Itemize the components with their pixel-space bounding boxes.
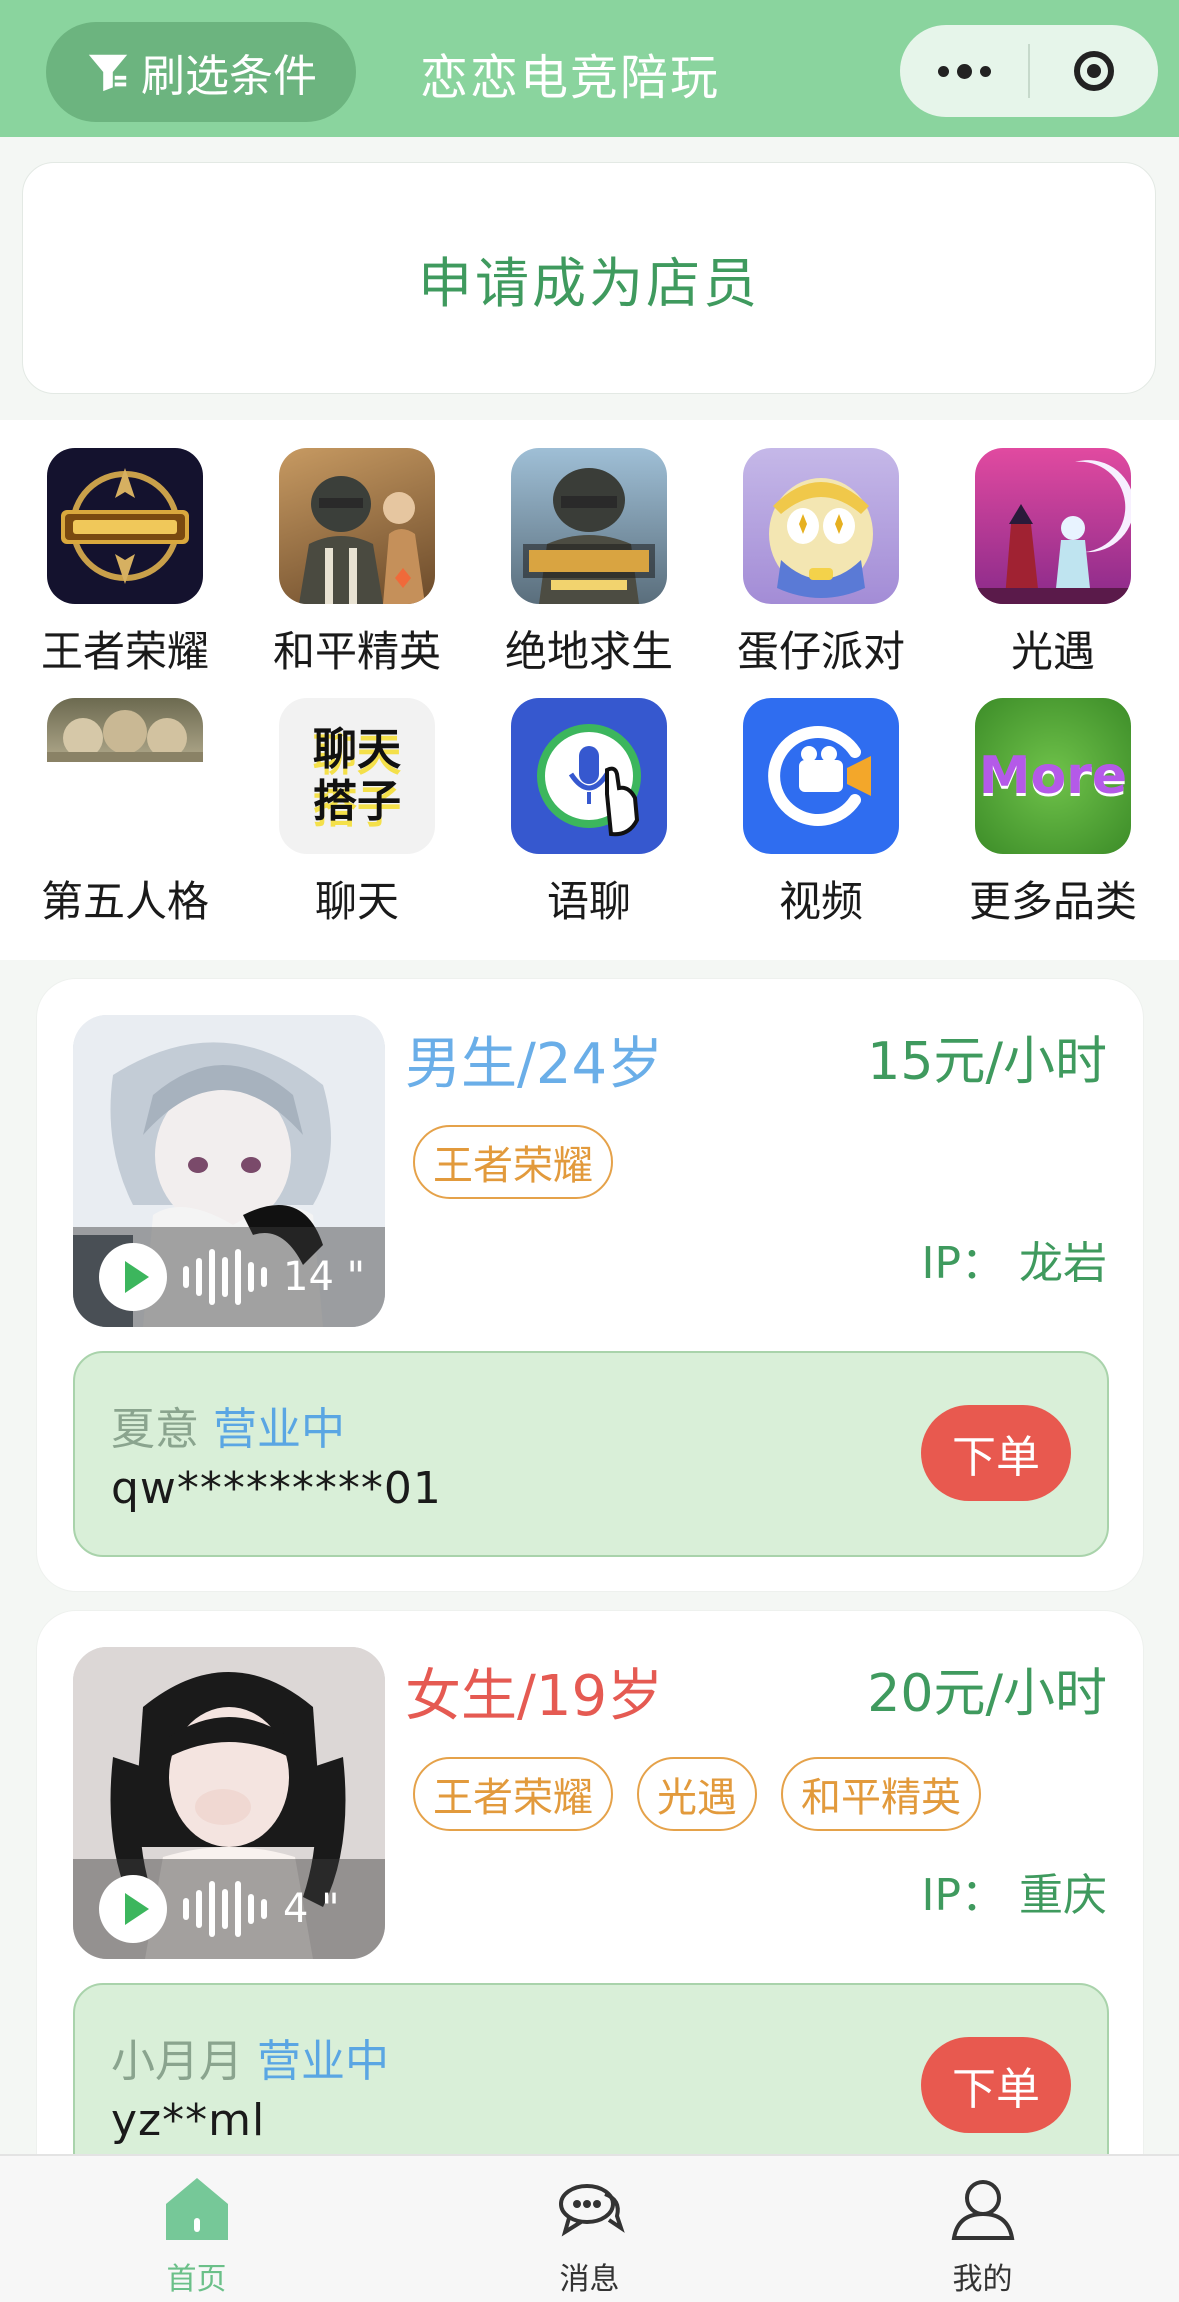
category-label: 王者荣耀 bbox=[40, 627, 209, 676]
honor-of-kings-icon bbox=[47, 448, 203, 604]
category-item[interactable]: 蛋仔派对 bbox=[721, 448, 921, 679]
category-label: 更多品类 bbox=[968, 877, 1137, 926]
voice-intro-player[interactable]: 14 " bbox=[73, 1227, 385, 1327]
category-item[interactable]: 王者荣耀 bbox=[25, 448, 225, 679]
voice-intro-player[interactable]: 4 " bbox=[73, 1859, 385, 1959]
game-tags: 王者荣耀 光遇 和平精英 bbox=[413, 1757, 981, 1831]
companion-card[interactable]: 4 " 女生/19岁 20元/小时 王者荣耀 光遇 和平精英 IP： 重庆 小月… bbox=[36, 1610, 1144, 2210]
miniprogram-capsule bbox=[900, 25, 1158, 117]
tab-label: 我的 bbox=[952, 2262, 1013, 2297]
shop-name: 夏意 bbox=[111, 1404, 199, 1455]
bottom-tab-bar: 首页 消息 我的 bbox=[0, 2154, 1179, 2302]
play-icon[interactable] bbox=[99, 1243, 167, 1311]
filter-label: 刷选条件 bbox=[141, 51, 317, 102]
tab-mine[interactable]: 我的 bbox=[786, 2156, 1179, 2302]
app-title: 恋恋电竞陪玩 bbox=[420, 50, 721, 106]
category-item[interactable]: 光遇 bbox=[953, 448, 1153, 679]
category-item[interactable]: 绝地求生 bbox=[489, 448, 689, 679]
ip-location: IP： 龙岩 bbox=[921, 1238, 1108, 1289]
avatar[interactable]: 14 " bbox=[73, 1015, 385, 1327]
tab-label: 首页 bbox=[166, 2262, 227, 2297]
shop-status: 营业中 bbox=[213, 1404, 345, 1455]
gender-age: 女生/19岁 bbox=[405, 1664, 664, 1729]
game-tag: 光遇 bbox=[637, 1757, 757, 1831]
category-item[interactable]: 视频 bbox=[721, 698, 921, 929]
category-label: 绝地求生 bbox=[504, 627, 673, 676]
home-icon bbox=[165, 2178, 228, 2240]
category-item[interactable]: 第五人格 bbox=[25, 698, 225, 929]
voice-duration: 4 " bbox=[283, 1886, 340, 1932]
eggy-party-icon bbox=[743, 448, 899, 604]
category-grid: 王者荣耀 和平精英 绝地求生 蛋仔派对 光遇 第五人格 聊天 搭子 聊天 语聊 … bbox=[0, 420, 1179, 960]
sky-icon bbox=[975, 448, 1131, 604]
price: 20元/小时 bbox=[867, 1664, 1107, 1724]
category-item[interactable]: 和平精英 bbox=[257, 448, 457, 679]
peace-elite-icon bbox=[279, 448, 435, 604]
category-label: 第五人格 bbox=[40, 877, 209, 926]
chat-buddy-icon: 聊天 搭子 bbox=[279, 698, 435, 854]
category-label: 聊天 bbox=[314, 877, 399, 926]
category-item[interactable]: 聊天 搭子 聊天 bbox=[257, 698, 457, 929]
more-categories-icon: More bbox=[975, 698, 1131, 854]
tab-home[interactable]: 首页 bbox=[0, 2156, 393, 2302]
category-label: 光遇 bbox=[1010, 627, 1095, 676]
filter-button[interactable]: 刷选条件 bbox=[46, 22, 356, 122]
shop-status: 营业中 bbox=[257, 2036, 389, 2087]
identity-v-icon bbox=[47, 698, 203, 762]
video-icon bbox=[743, 698, 899, 854]
game-tag: 王者荣耀 bbox=[413, 1757, 613, 1831]
game-tags: 王者荣耀 bbox=[413, 1125, 613, 1199]
sound-wave-icon bbox=[183, 1881, 267, 1937]
shop-name: 小月月 bbox=[111, 2036, 243, 2087]
voice-chat-icon bbox=[511, 698, 667, 854]
sound-wave-icon bbox=[183, 1249, 267, 1305]
category-label: 蛋仔派对 bbox=[736, 627, 905, 676]
voice-duration: 14 " bbox=[283, 1254, 366, 1300]
category-item[interactable]: More 更多品类 bbox=[953, 698, 1153, 929]
apply-staff-button[interactable]: 申请成为店员 bbox=[22, 162, 1156, 394]
ip-location: IP： 重庆 bbox=[921, 1870, 1108, 1921]
shop-code: yz**ml bbox=[111, 2095, 266, 2146]
game-tag: 王者荣耀 bbox=[413, 1125, 613, 1199]
order-button[interactable]: 下单 bbox=[921, 1405, 1071, 1501]
category-label: 和平精英 bbox=[272, 627, 441, 676]
close-target-icon[interactable] bbox=[1030, 51, 1158, 91]
avatar[interactable]: 4 " bbox=[73, 1647, 385, 1959]
category-item[interactable]: 语聊 bbox=[489, 698, 689, 929]
shop-info-box: 夏意 营业中 qw*********01 下单 bbox=[73, 1351, 1109, 1557]
top-navigation-bar: 刷选条件 恋恋电竞陪玩 bbox=[0, 0, 1179, 137]
category-label: 语聊 bbox=[546, 877, 631, 926]
price: 15元/小时 bbox=[867, 1032, 1107, 1092]
play-icon[interactable] bbox=[99, 1875, 167, 1943]
tab-label: 消息 bbox=[559, 2262, 620, 2297]
pubg-icon bbox=[511, 448, 667, 604]
gender-age: 男生/24岁 bbox=[405, 1032, 664, 1097]
companion-card[interactable]: 14 " 男生/24岁 15元/小时 王者荣耀 IP： 龙岩 夏意 营业中 qw*… bbox=[36, 978, 1144, 1592]
filter-icon bbox=[88, 54, 128, 92]
more-dots-icon[interactable] bbox=[900, 63, 1028, 79]
user-icon bbox=[951, 2180, 1014, 2240]
order-button[interactable]: 下单 bbox=[921, 2037, 1071, 2133]
category-label: 视频 bbox=[778, 877, 863, 926]
tab-messages[interactable]: 消息 bbox=[393, 2156, 786, 2302]
message-icon bbox=[558, 2184, 625, 2237]
game-tag: 和平精英 bbox=[781, 1757, 981, 1831]
shop-code: qw*********01 bbox=[111, 1463, 442, 1514]
